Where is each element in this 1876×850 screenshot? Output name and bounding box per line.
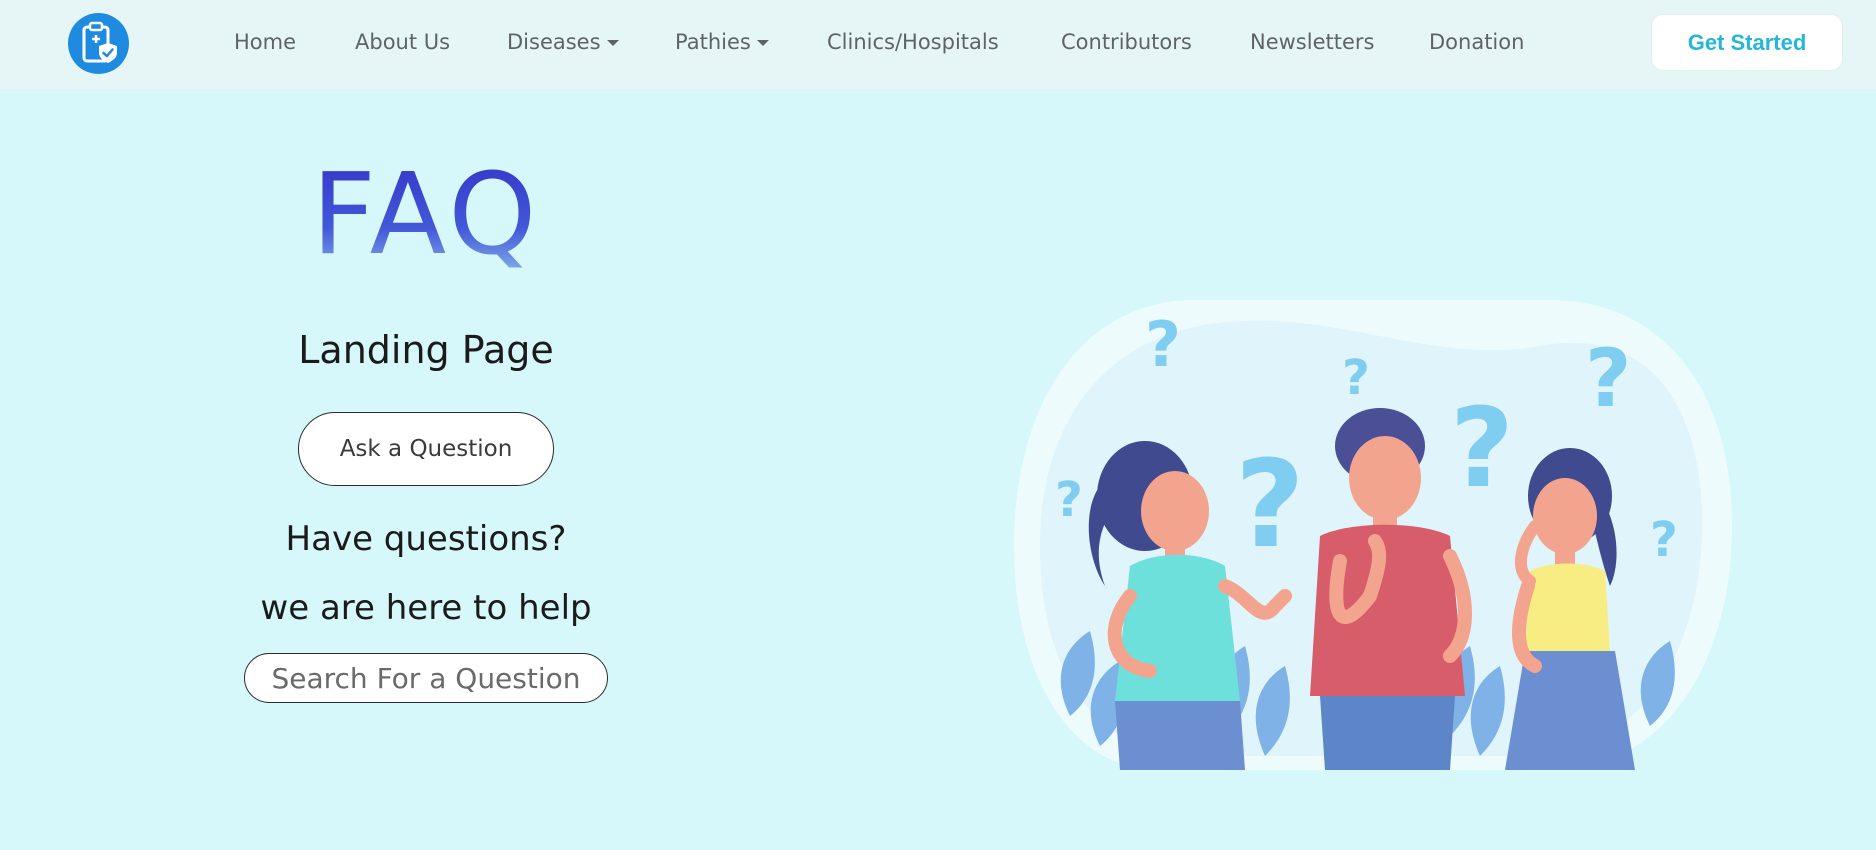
svg-text:?: ? — [1145, 308, 1181, 381]
nav-pathies-dropdown[interactable]: Pathies — [675, 28, 769, 56]
nav-pathies-label: Pathies — [675, 30, 751, 54]
svg-text:?: ? — [1450, 384, 1514, 512]
clipboard-shield-icon — [82, 21, 117, 63]
caret-down-icon — [606, 40, 619, 46]
svg-text:?: ? — [1342, 350, 1370, 406]
nav-donation-label: Donation — [1429, 30, 1525, 54]
svg-text:?: ? — [1235, 436, 1305, 575]
nav-newsletters-label: Newsletters — [1250, 30, 1375, 54]
nav-about-us-label: About Us — [355, 30, 451, 54]
nav-donation[interactable]: Donation — [1429, 28, 1524, 56]
navbar: Home About Us Diseases Pathies Clinics/H… — [0, 0, 1876, 89]
nav-home-label: Home — [234, 30, 297, 54]
page-subtitle: Landing Page — [298, 328, 554, 372]
nav-about-us[interactable]: About Us — [355, 28, 450, 56]
svg-text:?: ? — [1585, 332, 1631, 425]
nav-clinics-hospitals[interactable]: Clinics/Hospitals — [827, 28, 999, 56]
search-question-input[interactable] — [244, 653, 608, 703]
logo[interactable] — [68, 13, 129, 74]
nav-newsletters[interactable]: Newsletters — [1250, 28, 1374, 56]
nav-diseases-dropdown[interactable]: Diseases — [507, 28, 619, 56]
tagline-questions: Have questions? — [285, 519, 567, 559]
nav-diseases-label: Diseases — [507, 30, 601, 54]
nav-contributors[interactable]: Contributors — [1061, 28, 1192, 56]
nav-home[interactable]: Home — [234, 28, 296, 56]
nav-contributors-label: Contributors — [1061, 30, 1192, 54]
tagline-help: we are here to help — [260, 588, 592, 628]
nav-clinics-hospitals-label: Clinics/Hospitals — [827, 30, 999, 54]
caret-down-icon — [756, 40, 769, 46]
svg-text:?: ? — [1055, 472, 1083, 528]
faq-people-illustration: ? ? ? ? ? ? ? — [1014, 300, 1732, 770]
get-started-button[interactable]: Get Started — [1651, 14, 1843, 71]
ask-question-button[interactable]: Ask a Question — [298, 412, 554, 486]
page-title: FAQ — [200, 150, 652, 280]
svg-text:?: ? — [1650, 512, 1678, 568]
